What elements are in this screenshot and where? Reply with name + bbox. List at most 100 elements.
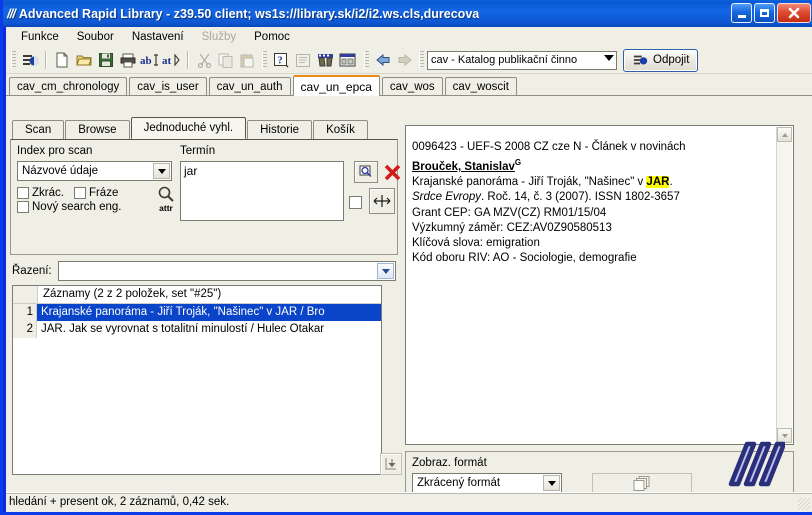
checkbox-group: Zkrác. Fráze Nový search eng. [17,187,132,216]
menu-item-funkce[interactable]: Funkce [12,29,68,45]
list-item-title: Krajanské panoráma - Jiří Troják, "Našin… [37,304,381,321]
open-folder-icon[interactable] [73,49,95,71]
copy-records-button[interactable] [592,473,692,494]
resize-button[interactable] [369,188,395,214]
toolbar-grip-2[interactable] [262,51,267,69]
print-icon[interactable] [117,49,139,71]
checkbox-novy-search-eng[interactable]: Nový search eng. [17,201,122,213]
toolbar-grip[interactable] [11,51,16,69]
svg-text:at: at [162,55,172,67]
menu-item-sluzby: Služby [201,31,237,43]
tab-historie[interactable]: Historie [247,120,313,139]
menu-item-pomoc[interactable]: Pomoc [245,29,299,45]
checkbox-box[interactable] [73,187,86,199]
maximize-button[interactable] [754,3,775,23]
binoculars-icon[interactable] [314,49,336,71]
record-grant: Grant CEP: GA MZV(CZ) RM01/15/04 [412,206,607,219]
record-title-post: . [669,176,673,189]
toolbar-separator [45,51,47,69]
chevron-down-icon[interactable] [153,163,170,179]
search-button[interactable] [354,161,378,183]
status-bar: hledání + present ok, 2 záznamů, 0,42 se… [6,492,812,512]
close-icon [788,7,800,19]
menu-item-soubor[interactable]: Soubor [68,29,123,45]
svg-text:?: ? [278,56,283,67]
checkbox-box[interactable] [17,201,29,213]
title-bar: /// Advanced Rapid Library - z39.50 clie… [3,0,812,27]
record-author-line: Brouček, StanislavG [412,155,793,175]
index-label: Index pro scan [17,145,93,157]
db-tab-cav-woscit[interactable]: cav_woscit [444,77,517,95]
clear-button[interactable] [382,161,402,183]
checkbox-zkrac[interactable]: Zkrác. [17,187,64,199]
sorting-combo[interactable] [57,261,396,281]
svg-text:ab: ab [140,55,152,67]
disconnect-button[interactable]: Odpojit [623,48,699,72]
chevron-up-icon [781,132,788,137]
simple-search-panel: Index pro scan Názvové údaje Zkrác. Fráz… [10,139,400,255]
db-tab-cav-cm-chronology[interactable]: cav_cm_chronology [9,77,128,95]
checkbox-box[interactable] [349,196,362,209]
db-tab-cav-wos[interactable]: cav_wos [381,77,443,95]
checkbox-zkrac-label: Zkrác. [32,187,64,199]
help-icon[interactable]: ? [270,49,292,71]
tab-jednoduche-vyhl[interactable]: Jednoduché vyhl. [130,117,247,139]
attributes-button[interactable]: attr [151,186,181,213]
window-controls [731,3,811,23]
tab-browse[interactable]: Browse [65,120,130,139]
client-area: Funkce Soubor Nastavení Služby Pomoc ab … [6,27,812,512]
toolbar-grip-4[interactable] [419,51,424,69]
back-arrow-icon[interactable] [372,49,394,71]
record-scrollbar[interactable] [776,127,792,443]
db-tab-cav-un-epca[interactable]: cav_un_epca [292,75,380,96]
close-button[interactable] [777,3,811,23]
chevron-down-icon [781,433,788,438]
results-header-label: Záznamy (2 z 2 položek, set "#25") [43,288,222,300]
list-item-title: JAR. Jak se vyrovnat s totalitní minulos… [41,323,325,335]
db-tab-cav-is-user[interactable]: cav_is_user [129,77,207,95]
toolbar: ab at ? cav - Katalog publikační činno O… [6,47,812,74]
format-combo[interactable]: Zkrácený formát [412,473,562,493]
record-source-rest: . Roč. 14, č. 3 (2007). ISSN 1802-3657 [481,191,680,204]
scroll-up-button[interactable] [777,127,792,142]
new-document-icon[interactable] [51,49,73,71]
term-label: Termín [180,145,216,157]
tab-scan[interactable]: Scan [12,120,65,139]
term-input[interactable]: jar [180,161,344,221]
maximize-icon [760,9,769,17]
at-icon[interactable]: at [161,49,183,71]
main-split: Scan Browse Jednoduché vyhl. Historie Ko… [6,115,812,511]
tab-kosik[interactable]: Košík [313,120,368,139]
abi-icon[interactable]: ab [139,49,161,71]
chevron-down-icon[interactable] [543,475,560,491]
extra-checkbox[interactable] [349,196,362,209]
toolbar-separator-2 [187,51,189,69]
resize-grip-icon[interactable] [798,498,810,510]
index-combo[interactable]: Názvové údaje [17,161,172,181]
record-detail-box[interactable]: 0096423 - UEF-S 2008 CZ cze N - Článek v… [405,125,794,445]
results-save-area [380,453,402,475]
db-tab-cav-un-auth[interactable]: cav_un_auth [208,77,291,95]
chevron-down-icon[interactable] [377,263,394,279]
minimize-button[interactable] [731,3,752,23]
list-item[interactable]: 2 JAR. Jak se vyrovnat s totalitní minul… [13,321,381,338]
window-icon[interactable] [336,49,358,71]
connect-icon[interactable] [19,49,41,71]
status-text: hledání + present ok, 2 záznamů, 0,42 se… [9,496,230,508]
save-records-button[interactable] [380,453,402,475]
database-combo[interactable]: cav - Katalog publikační činno [427,50,617,70]
record-author[interactable]: Brouček, Stanislav [412,161,515,173]
arl-slashes-logo [728,441,787,487]
checkbox-box[interactable] [17,187,29,199]
record-detail-text: 0096423 - UEF-S 2008 CZ cze N - Článek v… [406,126,793,266]
term-input-value: jar [184,164,198,178]
list-item[interactable]: 1 Krajanské panoráma - Jiří Troják, "Naš… [13,304,381,321]
toolbar-grip-3[interactable] [364,51,369,69]
checkbox-fraze[interactable]: Fráze [73,187,118,199]
disconnect-icon [633,55,648,65]
save-disk-icon[interactable] [95,49,117,71]
results-list[interactable]: Záznamy (2 z 2 položek, set "#25") 1 Kra… [12,285,382,475]
menu-item-nastaveni[interactable]: Nastavení [123,29,193,45]
menu-bar: Funkce Soubor Nastavení Služby Pomoc [6,27,812,47]
sorting-row: Řazení: [12,261,396,281]
